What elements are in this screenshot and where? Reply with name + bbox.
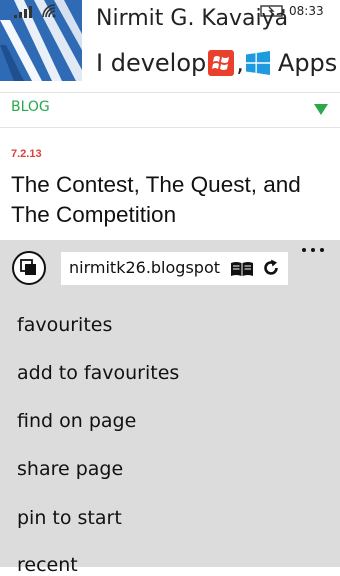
- tagline-separator: ,: [236, 49, 244, 77]
- tagline-start: I develop: [96, 49, 207, 77]
- blog-tagline: I develop , Apps: [96, 48, 337, 78]
- refresh-icon[interactable]: [262, 259, 280, 277]
- tagline-end: Apps: [277, 49, 338, 77]
- reading-view-icon[interactable]: [230, 261, 254, 277]
- menu-item-share-page[interactable]: share page: [17, 458, 123, 480]
- menu-item-pin-to-start[interactable]: pin to start: [17, 507, 122, 529]
- menu-item-favourites[interactable]: favourites: [17, 314, 112, 336]
- menu-item-add-to-favourites[interactable]: add to favourites: [17, 362, 179, 384]
- blog-name[interactable]: Nirmit G. Kavaiya: [96, 6, 288, 32]
- blog-nav-dropdown[interactable]: BLOG: [0, 92, 340, 128]
- more-options-icon[interactable]: [302, 244, 326, 256]
- signal-bars-icon: [14, 6, 32, 18]
- clock: 08:33: [289, 4, 324, 18]
- tabs-icon: [20, 259, 36, 275]
- nav-label: BLOG: [11, 99, 50, 115]
- browser-app-bar: nirmitk26.blogspot favourites add to fav…: [0, 240, 340, 576]
- post-title[interactable]: The Contest, The Quest, and The Competit…: [11, 170, 331, 230]
- windows-flag-icon: [208, 50, 235, 76]
- dropdown-arrow-icon[interactable]: [314, 104, 328, 115]
- menu-item-find-on-page[interactable]: find on page: [17, 410, 136, 432]
- menu-item-recent[interactable]: recent: [17, 554, 78, 576]
- post-date: 7.2.13: [11, 148, 42, 160]
- windows-logo-icon: [245, 51, 270, 75]
- address-bar[interactable]: nirmitk26.blogspot: [61, 252, 288, 285]
- wifi-icon: [42, 4, 56, 18]
- tabs-button[interactable]: [12, 251, 46, 285]
- address-text: nirmitk26.blogspot: [69, 258, 220, 277]
